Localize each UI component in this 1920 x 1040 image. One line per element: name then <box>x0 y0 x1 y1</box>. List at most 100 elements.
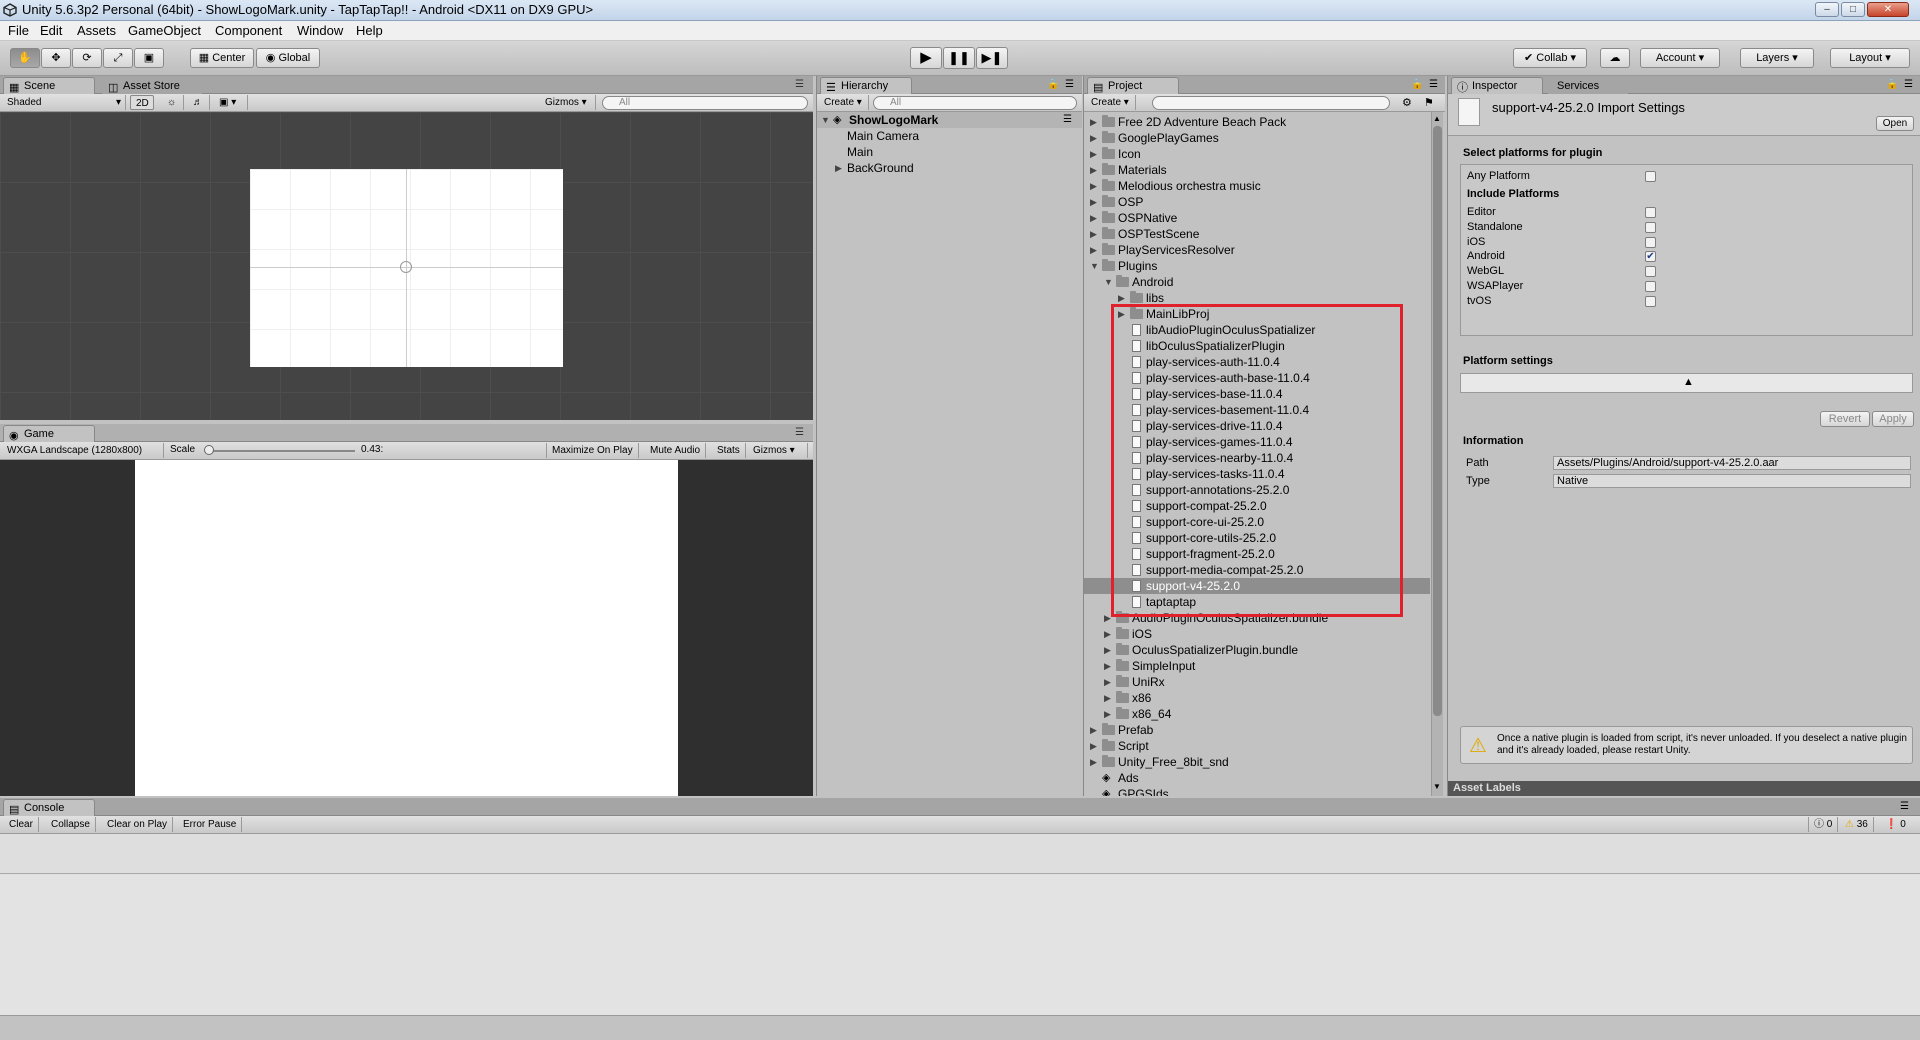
menu-gameobject[interactable]: GameObject <box>128 23 201 38</box>
tab-asset-store[interactable]: ◫ Asset Store <box>102 77 202 94</box>
scroll-up-icon[interactable]: ▲ <box>1433 114 1441 123</box>
rotate-tool-button[interactable]: ⟳ <box>72 48 102 68</box>
expand-arrow-icon[interactable]: ▶ <box>1090 242 1100 258</box>
layout-dropdown[interactable]: Layout ▾ <box>1830 48 1910 68</box>
hierarchy-search-input[interactable]: All <box>873 96 1077 110</box>
expand-arrow-icon[interactable]: ▶ <box>1090 738 1100 754</box>
project-folder[interactable]: ▶ OSPNative <box>1084 210 1430 226</box>
maximize-button[interactable]: □ <box>1841 2 1865 17</box>
expand-arrow-icon[interactable]: ▶ <box>1090 178 1100 194</box>
inspector-menu-icon[interactable]: ☰ <box>1904 79 1913 90</box>
effects-dropdown[interactable]: ▣ ▾ <box>214 95 248 110</box>
tab-inspector[interactable]: ⓘ Inspector <box>1451 77 1543 94</box>
asset-labels-bar[interactable]: Asset Labels <box>1448 781 1920 796</box>
console-clear-on-play-button[interactable]: Clear on Play <box>102 817 174 832</box>
project-folder[interactable]: ▶ x86_64 <box>1084 706 1430 722</box>
tab-services[interactable]: Services <box>1548 77 1628 94</box>
expand-arrow-icon[interactable]: ▶ <box>1090 194 1100 210</box>
project-folder[interactable]: ▶ GooglePlayGames <box>1084 130 1430 146</box>
tab-project[interactable]: ▤ Project <box>1087 77 1179 94</box>
scene-search-input[interactable]: All <box>602 96 808 110</box>
project-asset[interactable]: ◈ Ads <box>1084 770 1430 786</box>
account-dropdown[interactable]: Account ▾ <box>1640 48 1720 68</box>
project-folder[interactable]: ▶ Icon <box>1084 146 1430 162</box>
lighting-toggle[interactable]: ☼ <box>162 95 184 110</box>
menu-file[interactable]: File <box>8 23 29 38</box>
platform-checkbox-ios[interactable] <box>1645 236 1656 248</box>
mute-audio-toggle[interactable]: Mute Audio <box>645 443 707 458</box>
rect-tool-button[interactable]: ▣ <box>134 48 164 68</box>
scale-slider-track[interactable] <box>205 450 355 452</box>
menu-edit[interactable]: Edit <box>40 23 62 38</box>
menu-component[interactable]: Component <box>215 23 282 38</box>
hierarchy-item-background[interactable]: ▶ BackGround <box>817 160 1082 176</box>
menu-window[interactable]: Window <box>297 23 343 38</box>
menu-assets[interactable]: Assets <box>77 23 116 38</box>
filter-label-icon[interactable]: ⚑ <box>1424 96 1434 109</box>
hierarchy-item-main[interactable]: Main <box>817 144 1082 160</box>
scroll-down-icon[interactable]: ▼ <box>1433 782 1441 791</box>
audio-toggle[interactable]: ♬ <box>188 95 210 110</box>
project-folder[interactable]: ▶ Unity_Free_8bit_snd <box>1084 754 1430 770</box>
expand-arrow-icon[interactable]: ▶ <box>1090 754 1100 770</box>
platform-checkbox-standalone[interactable] <box>1645 221 1656 233</box>
project-folder[interactable]: ▶ Free 2D Adventure Beach Pack <box>1084 114 1430 130</box>
resolution-dropdown[interactable]: WXGA Landscape (1280x800) <box>2 443 164 458</box>
project-folder[interactable]: ▶ Prefab <box>1084 722 1430 738</box>
project-folder[interactable]: ▶ OSP <box>1084 194 1430 210</box>
layers-dropdown[interactable]: Layers ▾ <box>1740 48 1814 68</box>
expand-arrow-icon[interactable]: ▶ <box>1104 674 1114 690</box>
project-scrollbar-thumb[interactable] <box>1433 126 1442 716</box>
project-folder[interactable]: ▶ Script <box>1084 738 1430 754</box>
close-button[interactable]: ✕ <box>1867 2 1909 17</box>
expand-arrow-icon[interactable]: ▶ <box>1104 626 1114 642</box>
move-tool-button[interactable]: ✥ <box>41 48 71 68</box>
stats-toggle[interactable]: Stats <box>712 443 746 458</box>
project-folder[interactable]: ▶ OculusSpatializerPlugin.bundle <box>1084 642 1430 658</box>
collab-dropdown[interactable]: ✔ Collab ▾ <box>1513 48 1587 68</box>
scale-slider-thumb[interactable] <box>204 445 214 455</box>
project-folder-android[interactable]: ▼ Android <box>1084 274 1430 290</box>
project-asset[interactable]: ◈ GPGSIds <box>1084 786 1430 796</box>
platform-checkbox-editor[interactable] <box>1645 207 1656 218</box>
platform-checkbox-tvos[interactable] <box>1645 295 1656 307</box>
console-error-pause-button[interactable]: Error Pause <box>178 817 243 832</box>
tab-scene[interactable]: ▦ Scene <box>3 77 95 94</box>
tab-console[interactable]: ▤ Console <box>3 799 95 816</box>
any-platform-checkbox[interactable] <box>1645 171 1656 182</box>
expand-arrow-icon[interactable]: ▶ <box>1104 658 1114 674</box>
tab-game[interactable]: ◉ Game <box>3 425 95 442</box>
pivot-center-button[interactable]: ▦ Center <box>190 48 254 68</box>
project-folder[interactable]: ▶ Melodious orchestra music <box>1084 178 1430 194</box>
panel-menu-icon[interactable]: ☰ <box>795 79 804 90</box>
game-gizmos-dropdown[interactable]: Gizmos ▾ <box>748 443 808 458</box>
scene-gizmos-dropdown[interactable]: Gizmos ▾ <box>540 95 596 110</box>
project-folder[interactable]: ▶ iOS <box>1084 626 1430 642</box>
project-folder[interactable]: ▼ Plugins <box>1084 258 1430 274</box>
open-button[interactable]: Open <box>1876 116 1914 131</box>
hierarchy-menu-icon[interactable]: ☰ <box>1065 79 1074 90</box>
step-button[interactable]: ▶❚ <box>976 47 1008 69</box>
hierarchy-create-dropdown[interactable]: Create ▾ <box>819 95 869 110</box>
project-folder[interactable]: ▶ OSPTestScene <box>1084 226 1430 242</box>
console-collapse-button[interactable]: Collapse <box>46 817 96 832</box>
expand-arrow-icon[interactable]: ▶ <box>1090 146 1100 162</box>
project-create-dropdown[interactable]: Create ▾ <box>1086 95 1136 110</box>
project-folder[interactable]: ▶ x86 <box>1084 690 1430 706</box>
lock-icon[interactable]: 🔒 <box>1047 79 1059 90</box>
cloud-button[interactable]: ☁ <box>1600 48 1630 68</box>
expand-arrow-icon[interactable]: ▶ <box>1090 226 1100 242</box>
project-lock-icon[interactable]: 🔒 <box>1411 79 1423 90</box>
collapse-arrow-icon[interactable]: ▼ <box>1104 274 1114 290</box>
maximize-on-play-toggle[interactable]: Maximize On Play <box>546 443 639 458</box>
console-warning-toggle[interactable]: ⚠ 36 <box>1840 817 1874 832</box>
project-folder[interactable]: ▶ Materials <box>1084 162 1430 178</box>
scene-menu-icon[interactable]: ☰ <box>1063 112 1072 128</box>
collapse-arrow-icon[interactable]: ▼ <box>1090 258 1100 274</box>
pause-button[interactable]: ❚❚ <box>943 47 975 69</box>
expand-arrow-icon[interactable]: ▶ <box>1090 210 1100 226</box>
project-scrollbar[interactable]: ▲ ▼ <box>1431 112 1443 796</box>
platform-settings-bar[interactable]: ▲ <box>1460 373 1913 393</box>
project-folder[interactable]: ▶ UniRx <box>1084 674 1430 690</box>
scale-tool-button[interactable]: ⤢ <box>103 48 133 68</box>
